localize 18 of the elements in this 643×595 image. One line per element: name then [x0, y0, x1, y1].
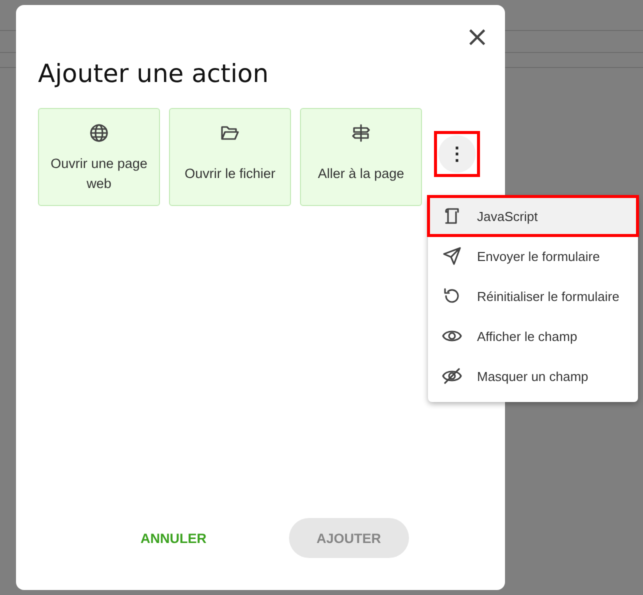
action-card[interactable]: Aller à la page [300, 108, 422, 206]
menu-item[interactable]: Afficher le champ [428, 316, 638, 356]
folder-icon [220, 123, 240, 143]
reset-icon [442, 286, 462, 306]
scroll-icon [442, 206, 462, 226]
paper-plane-icon [442, 246, 462, 266]
menu-item[interactable]: Réinitialiser le formulaire [428, 276, 638, 316]
action-card[interactable]: Ouvrir une page web [38, 108, 160, 206]
signpost-icon [351, 123, 371, 143]
globe-icon [89, 123, 109, 143]
action-card[interactable]: Ouvrir le fichier [169, 108, 291, 206]
eye-slash-icon [442, 366, 462, 386]
dialog-title: Ajouter une action [38, 59, 270, 88]
menu-item[interactable]: Masquer un champ [428, 356, 638, 396]
menu-item[interactable]: JavaScript [428, 196, 638, 236]
close-button[interactable]: × [462, 23, 493, 51]
more-button[interactable]: ⋮ [437, 134, 477, 174]
menu-item[interactable]: Envoyer le formulaire [428, 236, 638, 276]
